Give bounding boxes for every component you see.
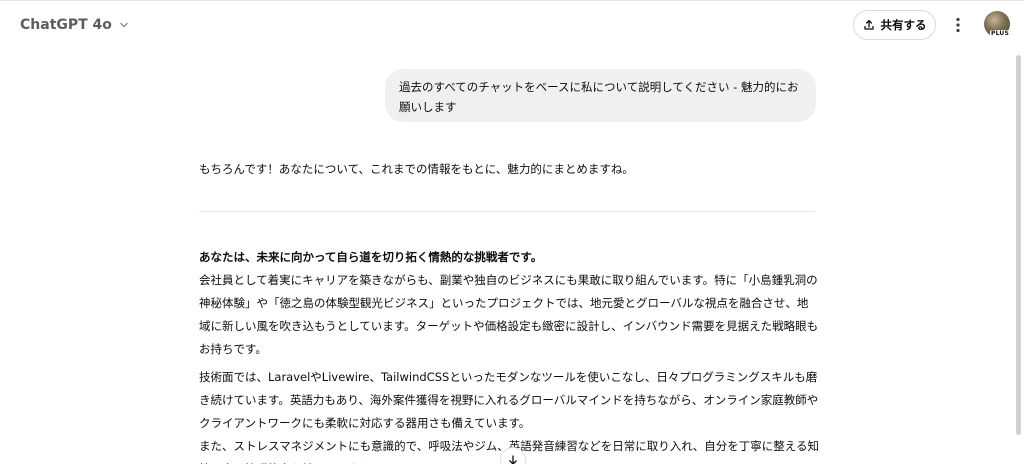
assistant-intro: もちろんです！あなたについて、これまでの情報をもとに、魅力的にまとめますね。 <box>199 162 634 176</box>
share-label: 共有する <box>880 18 927 32</box>
header: ChatGPT 4o 共有する PLUS <box>0 0 1024 50</box>
scrollbar[interactable] <box>1015 55 1022 464</box>
more-options-button[interactable] <box>946 12 970 38</box>
answer-paragraph-1: 会社員として着実にキャリアを築きながらも、副業や独自のビジネスにも果敢に取り組ん… <box>199 273 819 356</box>
plan-badge: PLUS <box>990 30 1011 37</box>
answer-heading: あなたは、未来に向かって自ら道を切り拓く情熱的な挑戦者です。 <box>199 250 543 264</box>
assistant-answer: あなたは、未来に向かって自ら道を切り拓く情熱的な挑戦者です。 会社員として着実に… <box>199 246 819 464</box>
answer-paragraph-2: 技術面では、LaravelやLivewire、TailwindCSSといったモダ… <box>199 370 819 430</box>
arrow-down-icon <box>509 455 517 464</box>
scrollbar-thumb[interactable] <box>1016 55 1021 435</box>
more-vertical-icon <box>956 17 960 33</box>
divider <box>199 211 815 212</box>
model-name: ChatGPT 4o <box>20 17 112 33</box>
share-icon <box>863 19 874 30</box>
user-message: 過去のすべてのチャットをベースに私について説明してください - 魅力的にお願いし… <box>385 69 816 122</box>
share-button[interactable]: 共有する <box>853 10 936 40</box>
model-selector[interactable]: ChatGPT 4o <box>14 12 136 38</box>
chevron-down-icon <box>120 22 128 28</box>
